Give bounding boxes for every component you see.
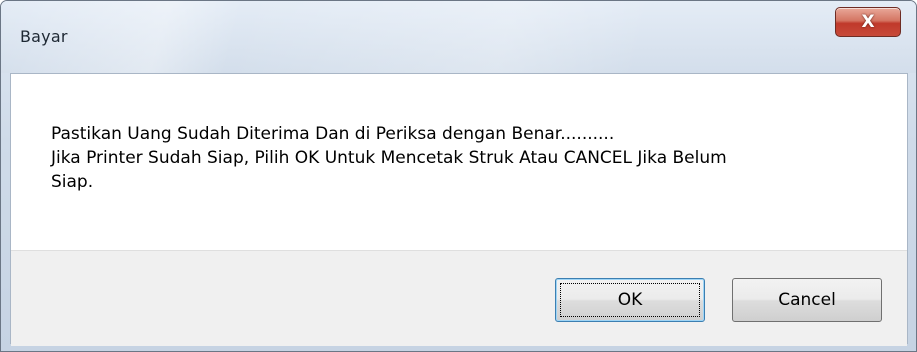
message-text: Pastikan Uang Sudah Diterima Dan di Peri… [51, 122, 871, 194]
title-bar[interactable]: Bayar X [1, 1, 916, 73]
dialog-window: Bayar X Pastikan Uang Sudah Diterima Dan… [0, 0, 917, 352]
dialog-content: Pastikan Uang Sudah Diterima Dan di Peri… [10, 73, 908, 346]
message-line: Jika Printer Sudah Siap, Pilih OK Untuk … [51, 148, 727, 168]
window-title: Bayar [20, 27, 68, 46]
close-button[interactable]: X [835, 7, 901, 37]
button-area: OK Cancel [11, 250, 907, 346]
focus-ring [560, 283, 700, 317]
message-line: Siap. [51, 172, 94, 192]
cancel-button[interactable]: Cancel [732, 278, 882, 322]
cancel-button-label: Cancel [778, 290, 836, 310]
close-icon: X [861, 12, 875, 32]
message-line: Pastikan Uang Sudah Diterima Dan di Peri… [51, 124, 615, 144]
ok-button[interactable]: OK [555, 278, 705, 322]
